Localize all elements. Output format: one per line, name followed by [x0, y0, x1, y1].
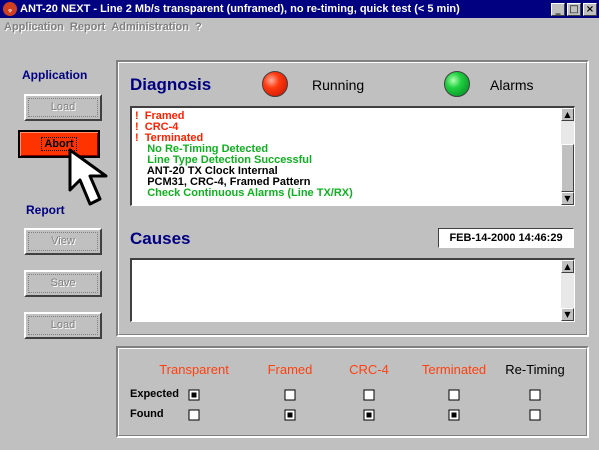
- running-label: Running: [312, 77, 365, 93]
- column-header-crc-4: CRC-4: [349, 362, 389, 377]
- column-header-framed: Framed: [267, 362, 313, 377]
- diagnosis-message[interactable]: Check Continuous Alarms (Line TX/RX): [135, 188, 574, 199]
- diagnosis-list[interactable]: ! Framed! CRC-4! Terminated No Re-Timing…: [130, 106, 575, 206]
- causes-scrollbar[interactable]: ▲ ▼: [561, 260, 574, 321]
- diagnosis-title: Diagnosis: [130, 75, 212, 94]
- menu-administration[interactable]: Administration: [111, 21, 189, 33]
- causes-list[interactable]: ▲ ▼: [130, 258, 575, 322]
- report-load-button[interactable]: Load: [24, 312, 102, 339]
- close-button[interactable]: ×: [583, 2, 597, 16]
- diagnosis-message[interactable]: ! Framed: [135, 111, 574, 122]
- report-section-label: Report: [26, 203, 65, 217]
- checkbox-expected-4[interactable]: [529, 389, 541, 401]
- scroll-down-icon[interactable]: ▼: [561, 192, 574, 205]
- timestamp-field: FEB-14-2000 14:46:29: [438, 228, 574, 248]
- checkbox-expected-3[interactable]: [448, 389, 460, 401]
- checkbox-expected-1[interactable]: [284, 389, 296, 401]
- scroll-thumb[interactable]: [561, 144, 574, 192]
- maximize-button[interactable]: □: [567, 2, 581, 16]
- results-panel: [116, 346, 589, 438]
- report-save-button[interactable]: Save: [24, 270, 102, 297]
- checkbox-found-3[interactable]: [448, 409, 460, 421]
- column-header-transparent: Transparent: [159, 362, 229, 377]
- menu-bar: Application Report Administration ?: [0, 18, 599, 36]
- diagnosis-scrollbar[interactable]: ▲ ▼: [561, 108, 574, 205]
- checkbox-expected-2[interactable]: [363, 389, 375, 401]
- title-bar: ᵩ ANT-20 NEXT - Line 2 Mb/s transparent …: [0, 0, 599, 18]
- arrow-pointer-icon: [68, 148, 108, 206]
- running-indicator-icon: [262, 71, 288, 97]
- window-title: ANT-20 NEXT - Line 2 Mb/s transparent (u…: [20, 3, 460, 15]
- application-load-button[interactable]: Load: [24, 94, 102, 121]
- menu-help[interactable]: ?: [195, 21, 202, 33]
- checkbox-found-0[interactable]: [188, 409, 200, 421]
- checkbox-found-4[interactable]: [529, 409, 541, 421]
- row-label-found: Found: [130, 408, 164, 420]
- diagnosis-messages: ! Framed! CRC-4! Terminated No Re-Timing…: [132, 108, 574, 199]
- column-header-terminated: Terminated: [421, 362, 487, 377]
- report-view-button[interactable]: View: [24, 228, 102, 255]
- ant20-logo-icon: ᵩ: [3, 2, 17, 16]
- checkbox-found-1[interactable]: [284, 409, 296, 421]
- checkbox-found-2[interactable]: [363, 409, 375, 421]
- checkbox-expected-0[interactable]: [188, 389, 200, 401]
- menu-application[interactable]: Application: [4, 21, 64, 33]
- scroll-up-icon[interactable]: ▲: [561, 108, 574, 121]
- row-label-expected: Expected: [130, 388, 179, 400]
- causes-title: Causes: [130, 229, 191, 248]
- menu-report[interactable]: Report: [70, 21, 105, 33]
- scroll-down-icon[interactable]: ▼: [561, 308, 574, 321]
- minimize-button[interactable]: _: [551, 2, 565, 16]
- column-header-re-timing: Re-Timing: [505, 362, 565, 377]
- alarms-label: Alarms: [490, 77, 534, 93]
- scroll-up-icon[interactable]: ▲: [561, 260, 574, 273]
- application-section-label: Application: [22, 68, 88, 82]
- alarms-indicator-icon: [444, 71, 470, 97]
